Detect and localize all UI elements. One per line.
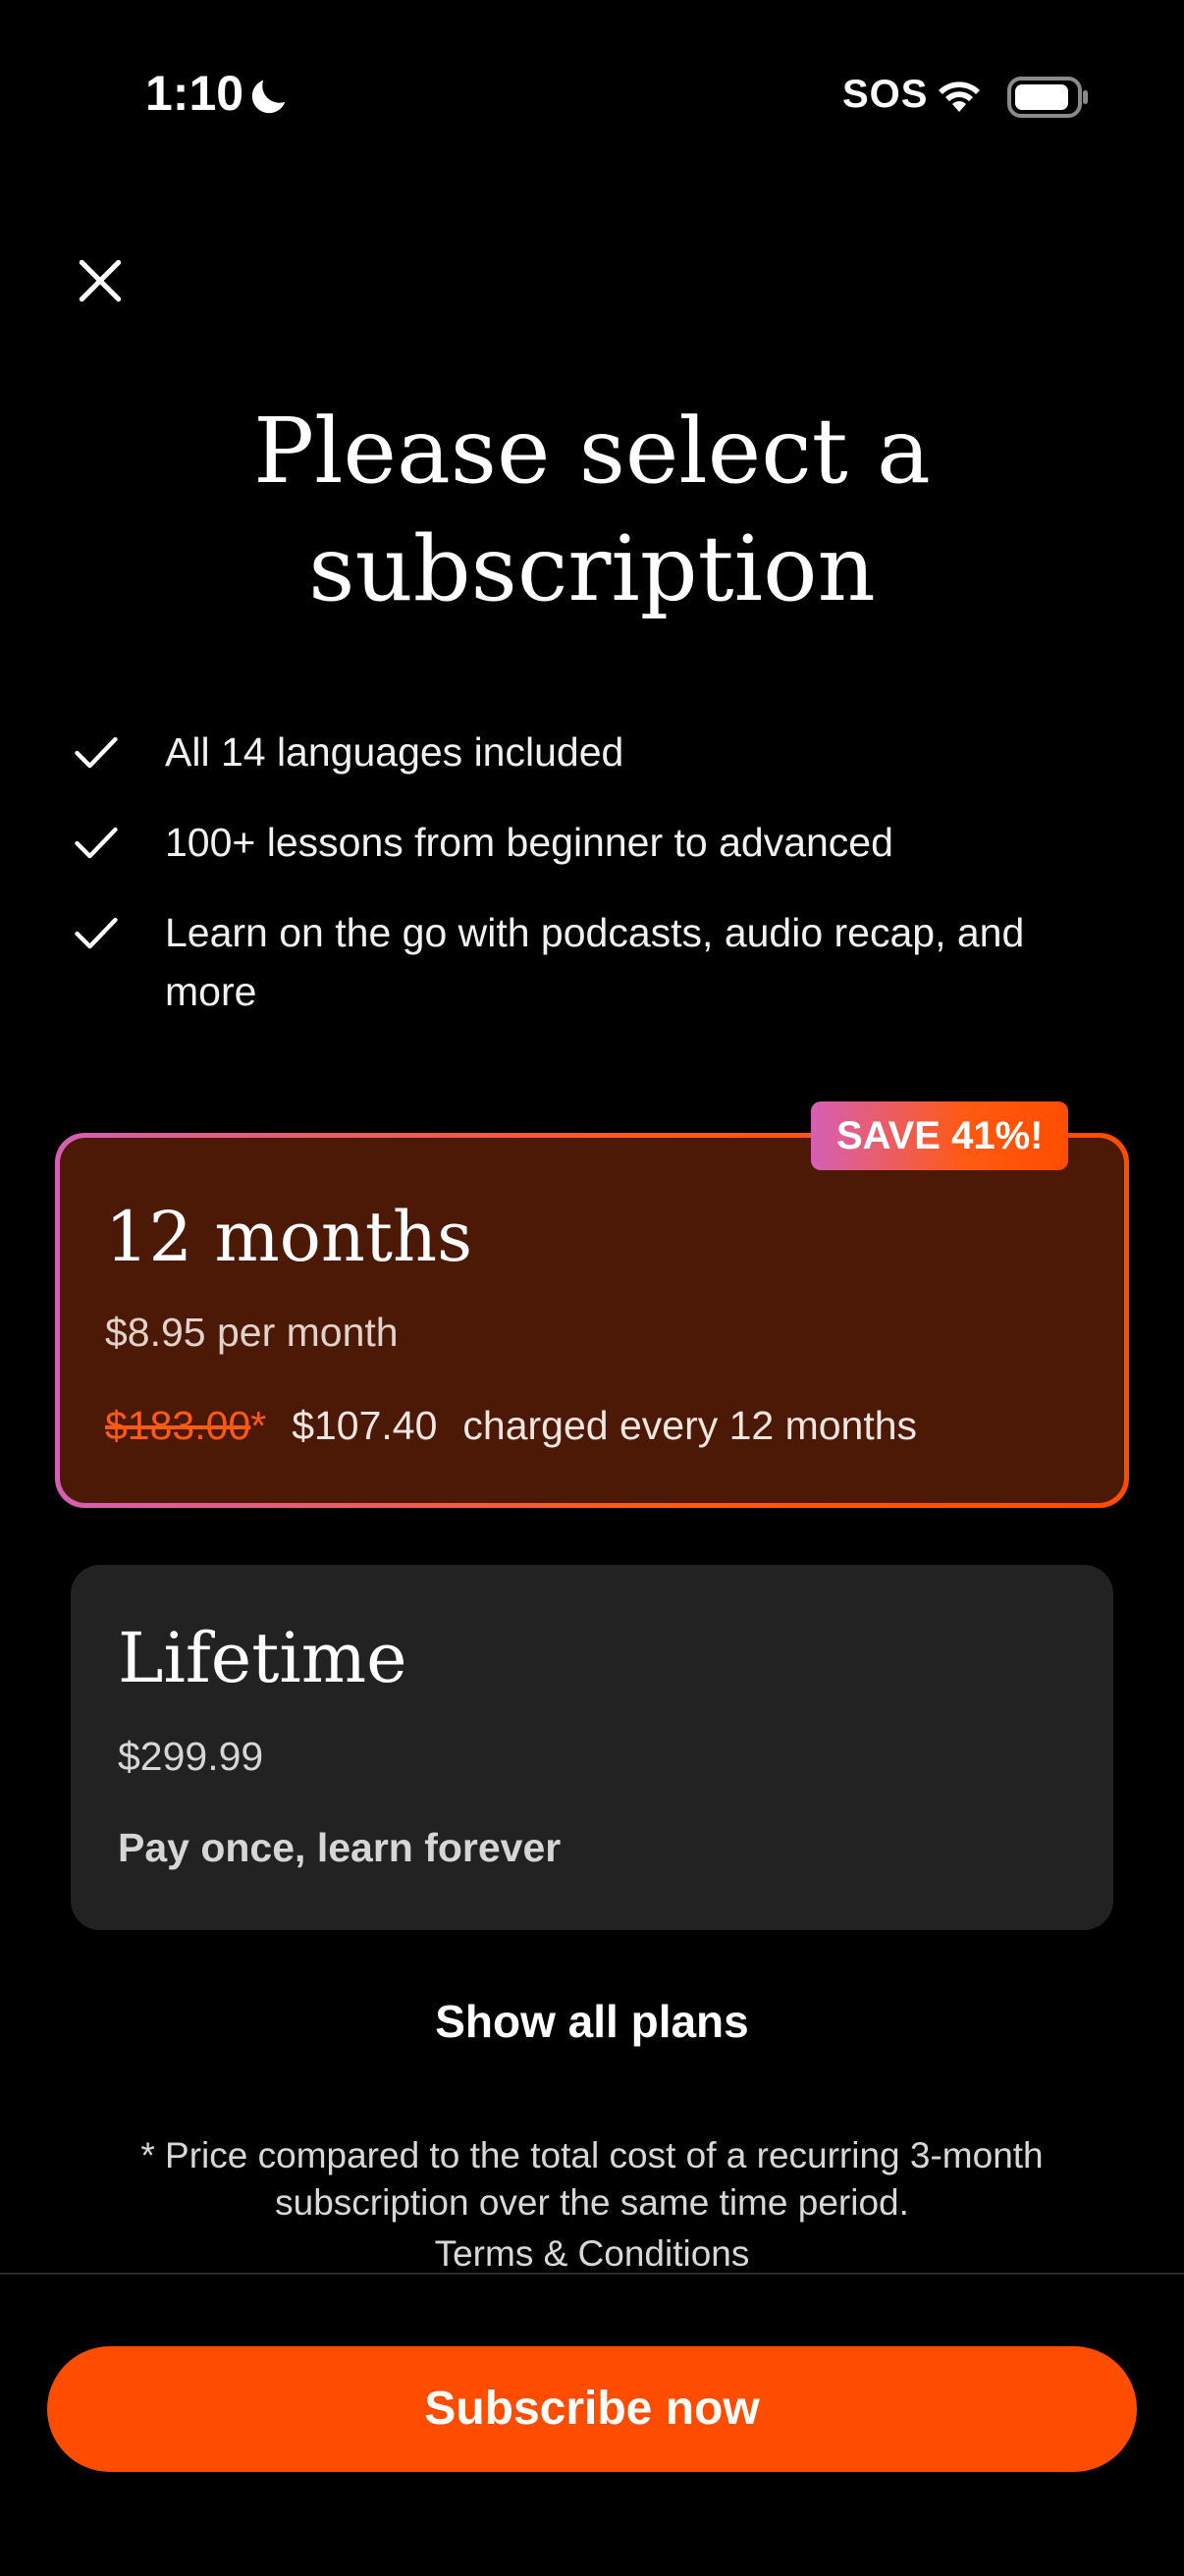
feature-item: 100+ lessons from beginner to advanced	[71, 813, 1111, 872]
discounted-price: $107.40	[292, 1403, 438, 1448]
terms-container: Terms & Conditions	[0, 2228, 1184, 2272]
moon-icon	[251, 80, 286, 114]
original-price: $183.00	[105, 1403, 251, 1448]
plan-card-12-months[interactable]: 12 months $8.95 per month $183.00* $107.4…	[55, 1133, 1129, 1508]
check-icon	[75, 736, 118, 769]
check-icon	[75, 917, 118, 949]
feature-item: All 14 languages included	[71, 723, 1111, 781]
footnote-asterisk: *	[250, 1403, 267, 1448]
plan-name: 12 months	[105, 1197, 473, 1277]
feature-item: Learn on the go with podcasts, audio rec…	[71, 903, 1111, 1021]
battery-icon	[1007, 77, 1088, 118]
billing-period: charged every 12 months	[462, 1403, 918, 1448]
plan-price-row: $183.00* $107.40 charged every 12 months	[105, 1403, 917, 1449]
sos-indicator: SOS	[842, 73, 929, 116]
terms-link[interactable]: Terms & Conditions	[435, 2230, 750, 2272]
wifi-icon	[939, 81, 980, 112]
plan-subtitle: Pay once, learn forever	[118, 1825, 562, 1870]
save-badge: SAVE 41%!	[811, 1101, 1069, 1170]
plan-per-month-price: $8.95 per month	[105, 1310, 399, 1355]
plan-price: $299.99	[118, 1734, 264, 1779]
feature-text: 100+ lessons from beginner to advanced	[165, 820, 893, 865]
subscribe-button[interactable]: Subscribe now	[47, 2346, 1137, 2472]
page-title: Please select a subscription	[253, 399, 931, 621]
status-time: 1:10	[145, 66, 244, 121]
price-footnote: * Price compared to the total cost of a …	[140, 2135, 1044, 2223]
plan-card-lifetime[interactable]: Lifetime $299.99 Pay once, learn forever	[71, 1565, 1113, 1930]
plan-name: Lifetime	[118, 1618, 407, 1698]
check-icon	[75, 827, 118, 859]
close-icon[interactable]	[73, 253, 128, 308]
feature-text: All 14 languages included	[165, 729, 624, 775]
feature-text: Learn on the go with podcasts, audio rec…	[165, 910, 1025, 1014]
show-all-plans-link[interactable]: Show all plans	[0, 1995, 1184, 2048]
